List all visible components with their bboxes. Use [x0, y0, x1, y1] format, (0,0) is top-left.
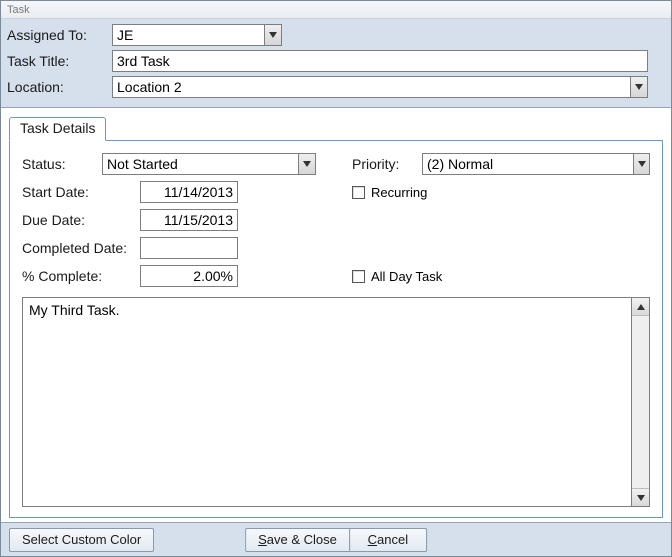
window-title: Task — [7, 4, 30, 16]
chevron-down-icon — [269, 32, 277, 38]
cancel-button[interactable]: Cancel — [349, 528, 427, 552]
location-dropdown-button[interactable] — [630, 76, 648, 98]
pct-complete-input[interactable] — [140, 265, 238, 287]
due-date-label: Due Date: — [22, 212, 140, 228]
status-input[interactable] — [102, 153, 298, 175]
tab-task-details[interactable]: Task Details — [9, 117, 106, 141]
recurring-label: Recurring — [371, 185, 427, 200]
header: Assigned To: Task Title: Location: — [1, 19, 671, 108]
chevron-down-icon — [303, 161, 311, 167]
chevron-down-icon — [635, 84, 643, 90]
recurring-checkbox-wrap[interactable]: Recurring — [352, 185, 427, 200]
location-label: Location: — [7, 79, 112, 95]
all-day-checkbox[interactable] — [352, 270, 365, 283]
content: Task Details Status: Priority: — [1, 108, 671, 522]
start-date-label: Start Date: — [22, 184, 140, 200]
chevron-down-icon — [637, 495, 645, 501]
priority-input[interactable] — [422, 153, 633, 175]
recurring-checkbox[interactable] — [352, 186, 365, 199]
all-day-label: All Day Task — [371, 269, 442, 284]
priority-label: Priority: — [352, 156, 412, 172]
completed-date-input[interactable] — [140, 237, 238, 259]
assigned-to-dropdown-button[interactable] — [264, 24, 282, 46]
location-input[interactable] — [112, 76, 630, 98]
due-date-input[interactable] — [140, 209, 238, 231]
task-title-label: Task Title: — [7, 53, 112, 69]
priority-combo[interactable] — [422, 153, 650, 175]
status-label: Status: — [22, 156, 102, 172]
status-dropdown-button[interactable] — [298, 153, 316, 175]
task-details-panel: Status: Priority: — [9, 140, 663, 518]
assigned-to-combo[interactable] — [112, 24, 282, 46]
footer: Select Custom Color Save & Close Cancel — [1, 522, 671, 556]
location-combo[interactable] — [112, 76, 648, 98]
scroll-up-button[interactable] — [632, 298, 649, 316]
notes-textarea[interactable] — [22, 297, 632, 507]
tabstrip: Task Details — [9, 116, 663, 140]
all-day-checkbox-wrap[interactable]: All Day Task — [352, 269, 442, 284]
notes-scrollbar[interactable] — [632, 297, 650, 507]
pct-complete-label: % Complete: — [22, 268, 140, 284]
titlebar: Task — [1, 1, 671, 19]
notes-area — [22, 297, 650, 507]
priority-dropdown-button[interactable] — [633, 153, 650, 175]
assigned-to-input[interactable] — [112, 24, 264, 46]
assigned-to-label: Assigned To: — [7, 27, 112, 43]
chevron-down-icon — [638, 161, 646, 167]
start-date-input[interactable] — [140, 181, 238, 203]
scroll-down-button[interactable] — [632, 488, 649, 506]
task-title-input[interactable] — [112, 50, 648, 72]
chevron-up-icon — [637, 304, 645, 310]
save-close-button[interactable]: Save & Close — [245, 528, 349, 552]
status-combo[interactable] — [102, 153, 316, 175]
task-window: Task Assigned To: Task Title: Location: — [0, 0, 672, 557]
select-custom-color-button[interactable]: Select Custom Color — [9, 528, 154, 552]
completed-date-label: Completed Date: — [22, 240, 140, 256]
